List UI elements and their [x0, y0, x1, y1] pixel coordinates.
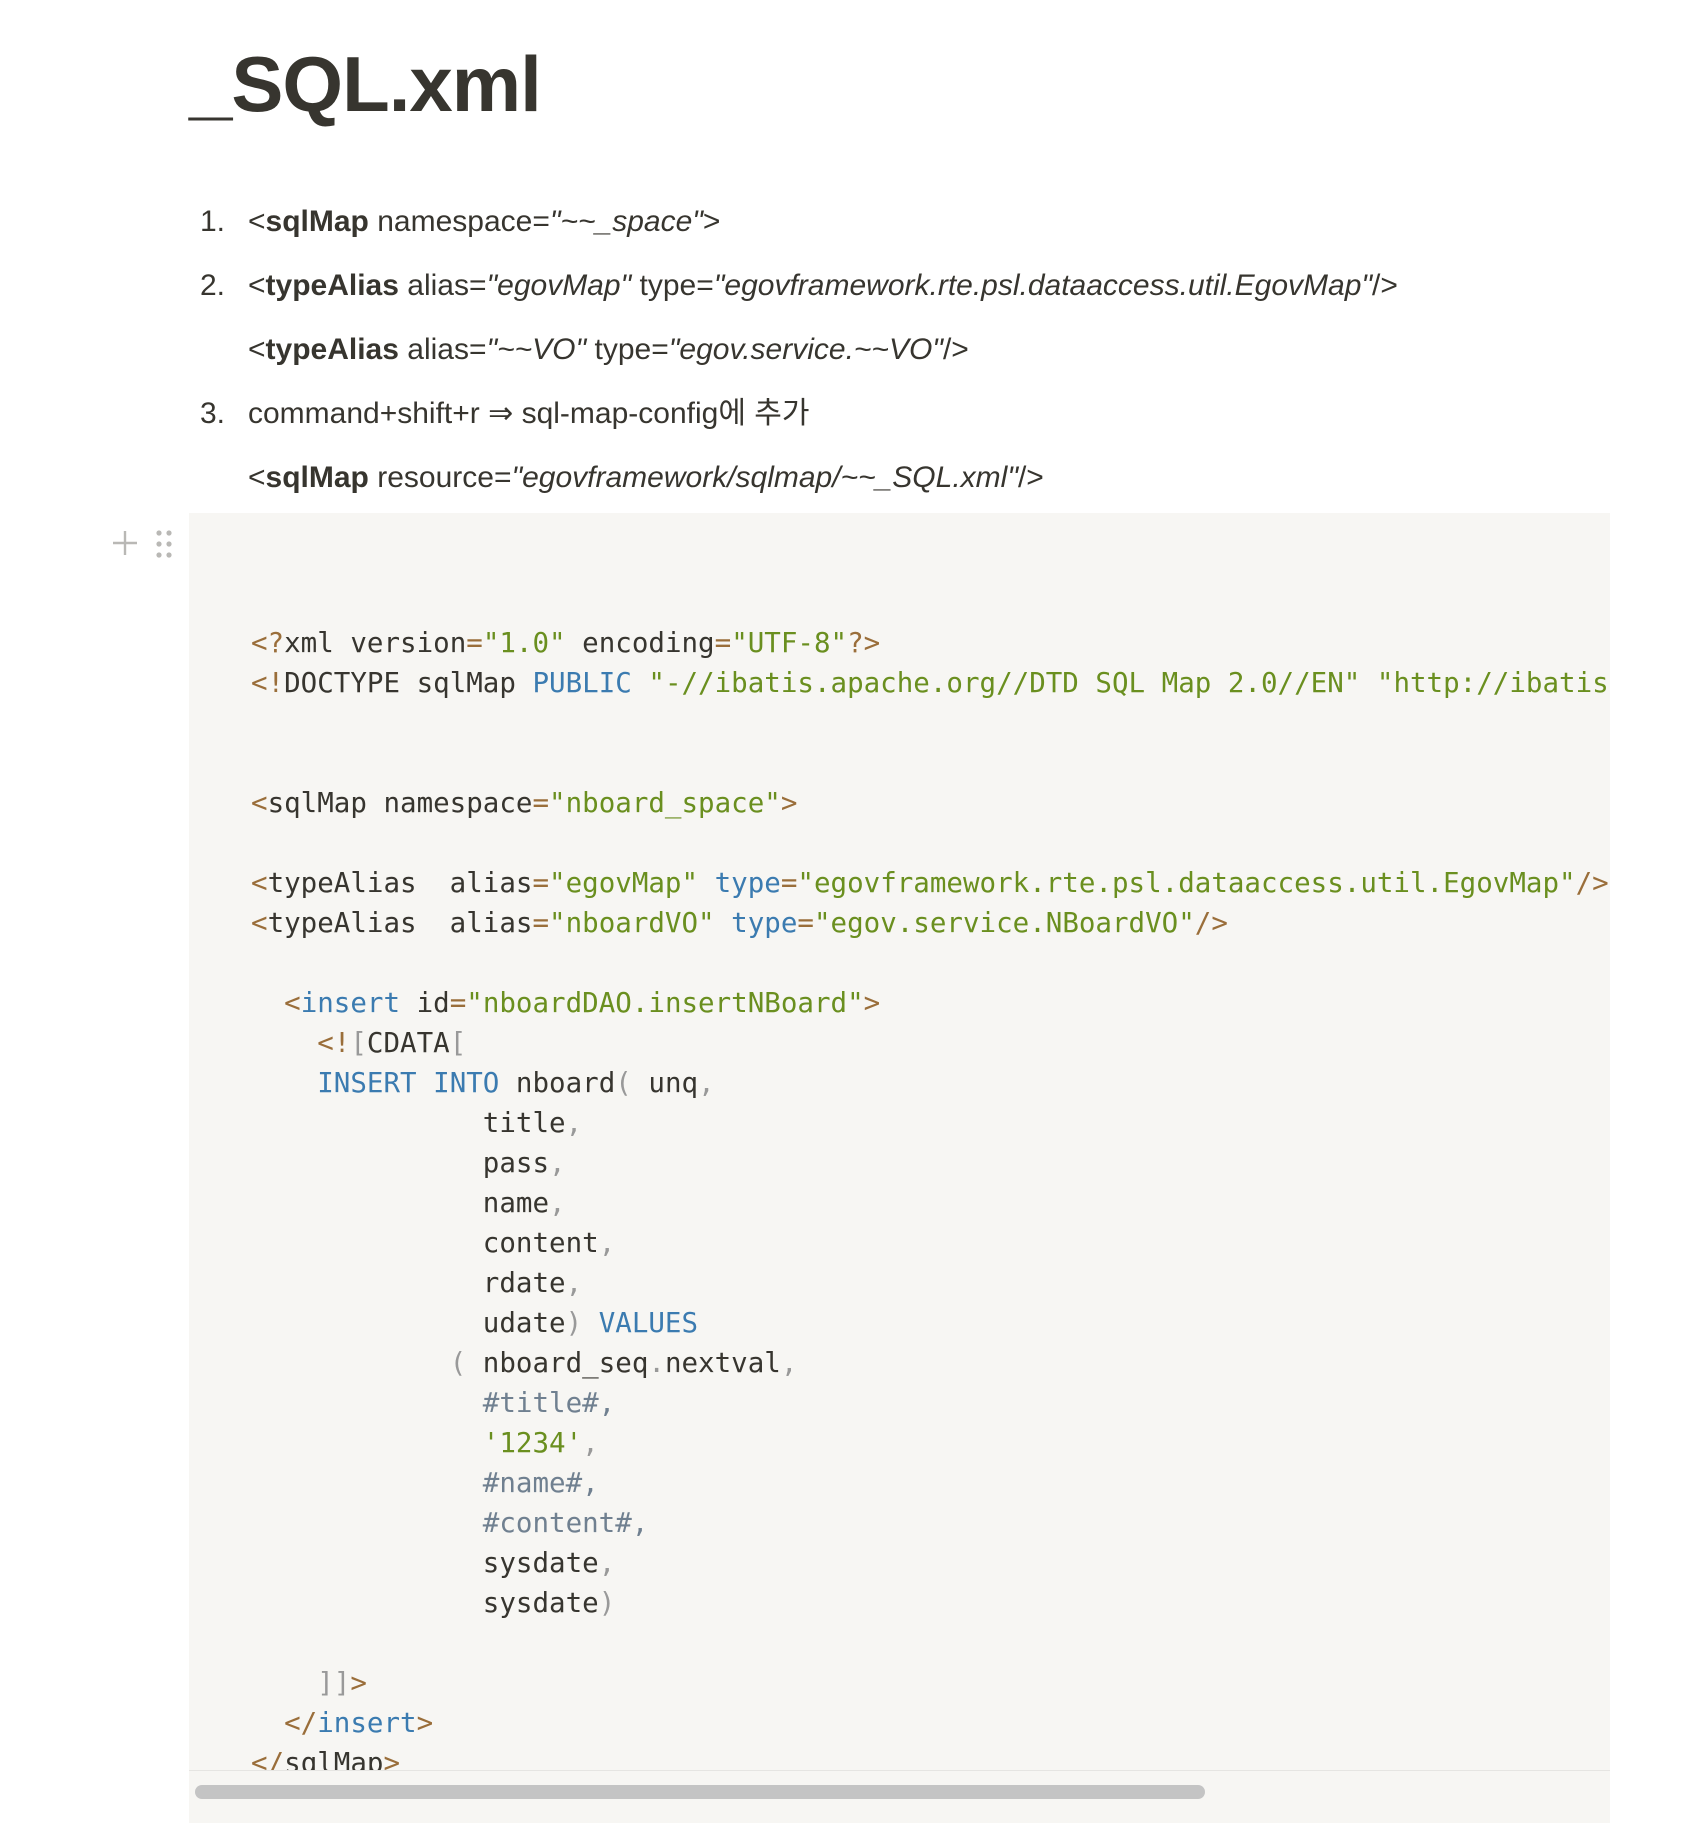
list-item[interactable]: 1. <sqlMap namespace="~~_space">	[200, 190, 1600, 254]
code-block[interactable]: <?xml version="1.0" encoding="UTF-8"?> <!…	[189, 513, 1610, 1822]
code-line: #title#,	[251, 1387, 616, 1419]
code-line: ]]>	[317, 1667, 367, 1699]
notion-page: _SQL.xml 1. <sqlMap namespace="~~_space">…	[0, 0, 1708, 1823]
code-line: <!DOCTYPE sqlMap PUBLIC "-//ibatis.apach…	[251, 667, 1610, 699]
page-title[interactable]: _SQL.xml	[189, 34, 542, 134]
list-item[interactable]: 2. <typeAlias alias="egovMap" type="egovf…	[200, 254, 1600, 382]
list-item-text: <typeAlias alias="egovMap" type="egovfra…	[248, 269, 1398, 302]
list-item-text: command+shift+r ⇒ sql-map-config에 추가	[248, 397, 810, 430]
code-line: sysdate)	[251, 1587, 616, 1619]
code-line: #content#,	[251, 1507, 649, 1539]
scrollbar-thumb[interactable]	[195, 1785, 1205, 1799]
list-item-text: <typeAlias alias="~~VO" type="egov.servi…	[248, 333, 969, 366]
code-line: </insert>	[284, 1707, 434, 1739]
code-line: pass,	[251, 1147, 566, 1179]
code-content[interactable]: <?xml version="1.0" encoding="UTF-8"?> <!…	[251, 583, 1610, 1783]
drag-handle-icon[interactable]	[154, 528, 174, 560]
code-line: <![CDATA[	[317, 1027, 467, 1059]
code-line: name,	[251, 1187, 566, 1219]
horizontal-scrollbar[interactable]	[189, 1770, 1610, 1823]
list-item-text: <sqlMap resource="egovframework/sqlmap/~…	[248, 461, 1044, 494]
code-line: <typeAlias alias="nboardVO" type="egov.s…	[251, 907, 1228, 939]
code-line: <sqlMap namespace="nboard_space">	[251, 787, 798, 819]
plus-icon[interactable]	[108, 526, 142, 560]
code-line: content,	[251, 1227, 616, 1259]
code-line: INSERT INTO nboard( unq,	[317, 1067, 715, 1099]
list-number: 1.	[200, 205, 226, 238]
code-line: rdate,	[251, 1267, 583, 1299]
code-line: #name#,	[251, 1467, 599, 1499]
code-line: <insert id="nboardDAO.insertNBoard">	[284, 987, 881, 1019]
list-number: 2.	[200, 269, 226, 302]
list-number: 3.	[200, 397, 226, 430]
code-line: <typeAlias alias="egovMap" type="egovfra…	[251, 867, 1609, 899]
numbered-list: 1. <sqlMap namespace="~~_space"> 2. <typeAl…	[200, 190, 1600, 510]
block-handle	[108, 526, 178, 560]
code-line: <?xml version="1.0" encoding="UTF-8"?>	[251, 627, 881, 659]
code-line: ( nboard_seq.nextval,	[449, 1347, 798, 1379]
code-line: '1234',	[482, 1427, 599, 1459]
code-line: title,	[251, 1107, 583, 1139]
code-line: udate) VALUES	[251, 1307, 699, 1339]
list-item[interactable]: 3. command+shift+r ⇒ sql-map-config에 추가 <s…	[200, 382, 1600, 510]
code-line: sysdate,	[251, 1547, 616, 1579]
list-item-text: <sqlMap namespace="~~_space">	[248, 205, 721, 238]
